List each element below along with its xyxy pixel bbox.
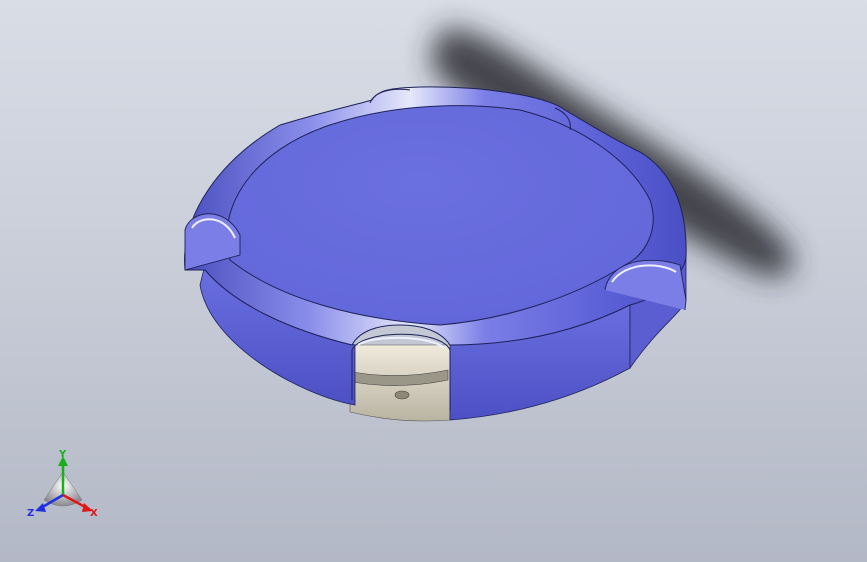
y-axis-label: Y [58,449,67,460]
view-orientation-triad[interactable]: Y X Z [27,449,98,519]
graphics-viewport[interactable]: Y X Z [0,0,867,562]
model-scene[interactable]: Y X Z [0,0,867,562]
z-axis-label: Z [27,508,34,519]
z-axis-arrowhead-icon [35,503,46,512]
x-axis-label: X [90,508,98,519]
